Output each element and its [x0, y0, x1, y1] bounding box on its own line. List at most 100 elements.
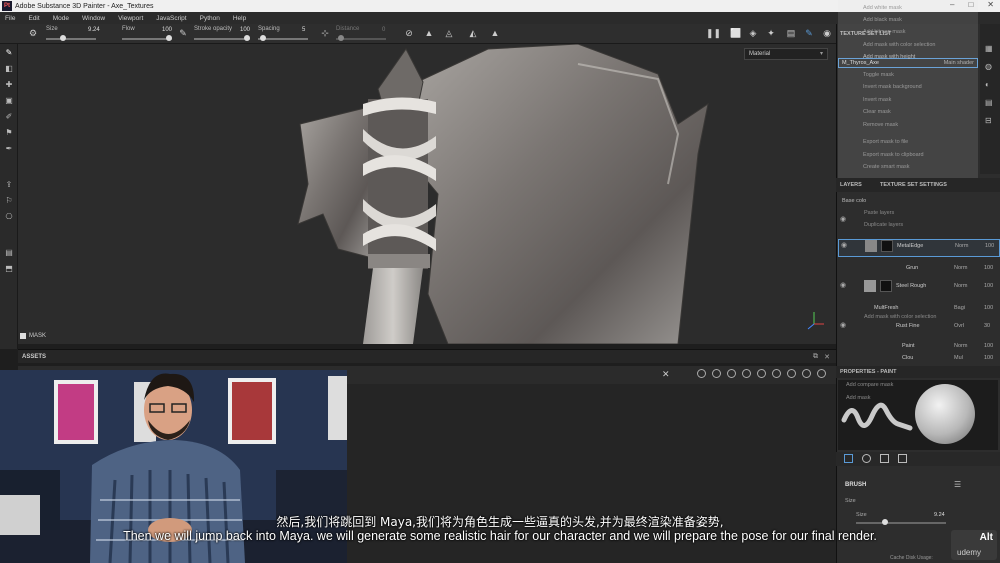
- mask-checkbox[interactable]: [20, 333, 26, 339]
- menu-edit[interactable]: Edit: [28, 15, 39, 22]
- filter-alphas-icon[interactable]: [742, 369, 751, 378]
- menu-help[interactable]: Help: [233, 15, 246, 22]
- menu-item-clear-mask[interactable]: Clear mask: [863, 109, 891, 115]
- menu-window[interactable]: Window: [82, 15, 105, 22]
- menu-item-add-black-mask[interactable]: Add black mask: [863, 17, 902, 23]
- flow-slider[interactable]: [122, 35, 172, 41]
- layer-blend[interactable]: Norm: [954, 343, 967, 349]
- filter-filters-icon[interactable]: [802, 369, 811, 378]
- layer-row[interactable]: Paint Norm 100: [838, 340, 1000, 352]
- distance-value[interactable]: 0: [382, 27, 385, 33]
- size-slider[interactable]: [46, 35, 96, 41]
- filter-brushes-icon[interactable]: [757, 369, 766, 378]
- smudge-tool-icon[interactable]: ✐: [4, 112, 14, 122]
- menu-item-invert-mask[interactable]: Invert mask: [863, 97, 891, 103]
- 3d-viewport[interactable]: Material: [18, 44, 836, 344]
- menu-python[interactable]: Python: [200, 15, 220, 22]
- flow-value[interactable]: 100: [162, 27, 172, 33]
- visibility-eye-icon[interactable]: ◉: [840, 321, 846, 329]
- panel-float-icon[interactable]: ⧉: [813, 353, 818, 361]
- menu-viewport[interactable]: Viewport: [118, 15, 143, 22]
- layer-row[interactable]: ◉: [838, 214, 1000, 230]
- lazy-mouse-icon[interactable]: ⊹: [320, 28, 330, 38]
- filter-environments-icon[interactable]: [787, 369, 796, 378]
- render-mode-icon[interactable]: ▤: [786, 28, 796, 38]
- layer-opacity[interactable]: 100: [985, 243, 994, 249]
- filter-materials-icon[interactable]: [697, 369, 706, 378]
- filter-textures-icon[interactable]: [727, 369, 736, 378]
- projection-tool-icon[interactable]: ✚: [4, 80, 14, 90]
- brush-preset-menu-icon[interactable]: ☰: [954, 480, 961, 489]
- texture-set-icon[interactable]: ▦: [985, 44, 993, 53]
- properties-icon[interactable]: ◐: [985, 80, 990, 89]
- layer-opacity[interactable]: 100: [984, 343, 993, 349]
- menu-file[interactable]: File: [5, 15, 15, 22]
- visibility-eye-icon[interactable]: ◉: [840, 215, 846, 223]
- eraser-tool-icon[interactable]: ◧: [4, 64, 14, 74]
- menu-item-add-white-mask[interactable]: Add white mask: [863, 5, 902, 11]
- layer-row[interactable]: Grun Norm 100: [838, 262, 1000, 274]
- symmetry-icon[interactable]: ⊘: [404, 28, 414, 38]
- layer-blend[interactable]: Norm: [954, 283, 967, 289]
- layer-row[interactable]: ◉ Steel Rough Norm 100: [838, 280, 1000, 296]
- mask-toggle[interactable]: MASK: [20, 333, 46, 339]
- stroke-opacity-value[interactable]: 100: [240, 27, 250, 33]
- panel-close-icon[interactable]: ✕: [824, 353, 830, 361]
- layer-blend[interactable]: Mul: [954, 355, 963, 361]
- tab-layers[interactable]: LAYERS: [840, 182, 862, 188]
- layer-opacity[interactable]: 100: [984, 305, 993, 311]
- paint-brush-tool-icon[interactable]: ✎: [4, 48, 14, 58]
- brush-settings-icon[interactable]: ⚙: [28, 28, 38, 38]
- shader-settings-icon[interactable]: ⎔: [4, 212, 14, 222]
- distance-slider[interactable]: [336, 35, 386, 41]
- menu-item-invert-mask-background[interactable]: Invert mask background: [863, 84, 922, 90]
- pen-pressure-icon[interactable]: ✎: [178, 28, 188, 38]
- polygon-fill-tool-icon[interactable]: ▣: [4, 96, 14, 106]
- spacing-slider[interactable]: [258, 35, 308, 41]
- brush-tab-icon[interactable]: [844, 454, 853, 463]
- layer-row[interactable]: ◉ Rust Fine Ovrl 30: [838, 320, 1000, 332]
- material-tab-icon[interactable]: [862, 454, 871, 463]
- menu-mode[interactable]: Mode: [53, 15, 69, 22]
- log-icon[interactable]: ▤: [4, 248, 14, 258]
- bake-tool-icon[interactable]: ⇪: [4, 180, 14, 190]
- channel-select[interactable]: Base colo: [842, 198, 866, 204]
- menu-item-remove-mask[interactable]: Remove mask: [863, 122, 898, 128]
- paint-brush-active-icon[interactable]: ✎: [804, 28, 814, 38]
- layer-row[interactable]: Clou Mul 100: [838, 352, 1000, 362]
- layer-opacity[interactable]: 100: [984, 283, 993, 289]
- layers-icon[interactable]: ◍: [985, 62, 992, 71]
- 3d-view-icon[interactable]: ◈: [748, 28, 758, 38]
- close-icon[interactable]: ✕: [987, 0, 994, 9]
- mirror-icon[interactable]: ▲: [424, 28, 434, 38]
- layer-blend[interactable]: Norm: [955, 243, 968, 249]
- size-value[interactable]: 9.24: [88, 27, 100, 33]
- filter-particles-icon[interactable]: [772, 369, 781, 378]
- alignment-icon[interactable]: ◬: [444, 28, 454, 38]
- lighting-icon[interactable]: ✦: [766, 28, 776, 38]
- screenshot-camera-icon[interactable]: ◉: [822, 28, 832, 38]
- menu-item-add-mask-color-selection[interactable]: Add mask with color selection: [863, 42, 935, 48]
- layer-row-selected[interactable]: ◉ MetalEdge Norm 100: [838, 239, 1000, 257]
- plugins-icon[interactable]: ⬒: [4, 264, 14, 274]
- menu-item-toggle-mask[interactable]: Toggle mask: [863, 72, 894, 78]
- clear-filter-icon[interactable]: ✕: [662, 369, 670, 380]
- viewport-camera-icon[interactable]: ⬜: [730, 28, 741, 38]
- menu-item-export-mask-file[interactable]: Export mask to file: [863, 139, 908, 145]
- menu-item-create-smart-mask[interactable]: Create smart mask: [863, 164, 909, 170]
- menu-item-export-mask-clipboard[interactable]: Export mask to clipboard: [863, 152, 924, 158]
- visibility-eye-icon[interactable]: ◉: [840, 281, 846, 289]
- stroke-opacity-slider[interactable]: [194, 35, 250, 41]
- layer-opacity[interactable]: 100: [984, 265, 993, 271]
- clone-tool-icon[interactable]: ⚑: [4, 128, 14, 138]
- color-picker-tool-icon[interactable]: ✒: [4, 144, 14, 154]
- tangent-wrap-icon[interactable]: ◭: [468, 28, 478, 38]
- history-icon[interactable]: ▤: [985, 98, 993, 107]
- stencil-tab-icon[interactable]: [898, 454, 907, 463]
- pause-icon[interactable]: ❚❚: [706, 28, 721, 38]
- filter-smart-materials-icon[interactable]: [712, 369, 721, 378]
- layer-blend[interactable]: Norm: [954, 265, 967, 271]
- alpha-tab-icon[interactable]: [880, 454, 889, 463]
- menu-javascript[interactable]: JavaScript: [156, 15, 186, 22]
- shelf-icon[interactable]: ⊟: [985, 116, 992, 125]
